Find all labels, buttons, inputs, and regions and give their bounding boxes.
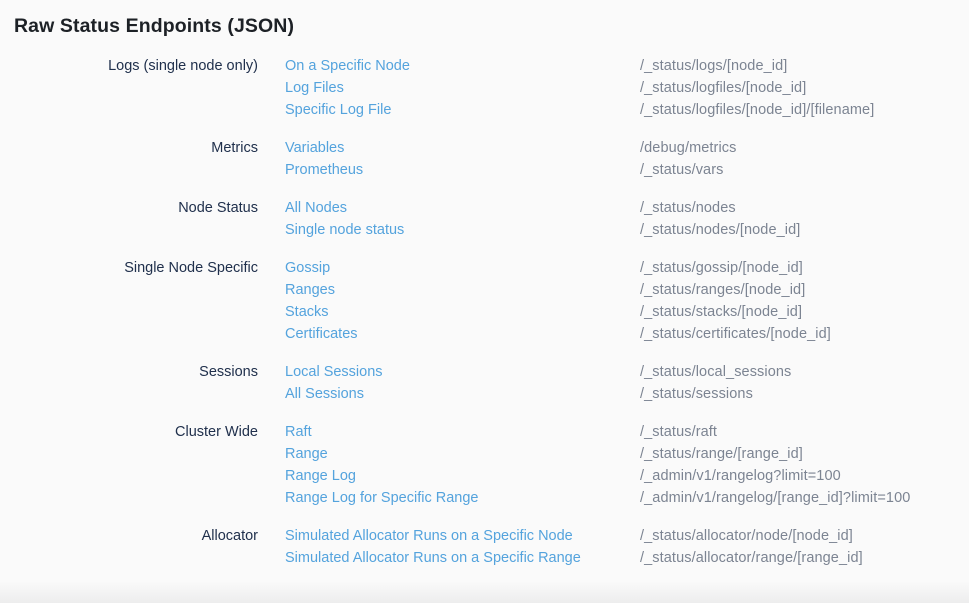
endpoint-path: /_status/range/[range_id] — [640, 443, 803, 465]
endpoint-link[interactable]: Variables — [285, 137, 640, 159]
endpoint-row: Specific Log File /_status/logfiles/[nod… — [285, 99, 969, 121]
docs-page: Raw Status Endpoints (JSON) Logs (single… — [0, 0, 969, 603]
endpoint-path: /_status/ranges/[node_id] — [640, 279, 805, 301]
endpoint-path: /_admin/v1/rangelog/[range_id]?limit=100 — [640, 487, 910, 509]
endpoint-row: Log Files /_status/logfiles/[node_id] — [285, 77, 969, 99]
endpoint-row: Simulated Allocator Runs on a Specific R… — [285, 547, 969, 569]
endpoint-rows: All Nodes /_status/nodes Single node sta… — [285, 197, 969, 241]
endpoint-path: /debug/metrics — [640, 137, 737, 159]
endpoint-link[interactable]: Prometheus — [285, 159, 640, 181]
endpoint-row: Raft /_status/raft — [285, 421, 969, 443]
endpoint-row: Simulated Allocator Runs on a Specific N… — [285, 525, 969, 547]
category-label: Node Status — [0, 197, 258, 219]
endpoint-path: /_status/gossip/[node_id] — [640, 257, 803, 279]
endpoint-group: Node Status All Nodes /_status/nodes Sin… — [0, 197, 969, 241]
endpoint-path: /_status/nodes — [640, 197, 736, 219]
endpoint-row: All Sessions /_status/sessions — [285, 383, 969, 405]
endpoint-link[interactable]: Range Log — [285, 465, 640, 487]
endpoint-row: Prometheus /_status/vars — [285, 159, 969, 181]
endpoint-row: Local Sessions /_status/local_sessions — [285, 361, 969, 383]
endpoint-path: /_status/vars — [640, 159, 724, 181]
endpoint-row: Ranges /_status/ranges/[node_id] — [285, 279, 969, 301]
category-label: Cluster Wide — [0, 421, 258, 443]
endpoint-link[interactable]: Range Log for Specific Range — [285, 487, 640, 509]
endpoint-row: On a Specific Node /_status/logs/[node_i… — [285, 55, 969, 77]
endpoint-link[interactable]: Local Sessions — [285, 361, 640, 383]
endpoint-path: /_status/logs/[node_id] — [640, 55, 787, 77]
endpoint-rows: Variables /debug/metrics Prometheus /_st… — [285, 137, 969, 181]
endpoint-link[interactable]: All Nodes — [285, 197, 640, 219]
endpoint-link[interactable]: Log Files — [285, 77, 640, 99]
endpoint-rows: Local Sessions /_status/local_sessions A… — [285, 361, 969, 405]
endpoint-path: /_status/logfiles/[node_id]/[filename] — [640, 99, 874, 121]
endpoint-group: Logs (single node only) On a Specific No… — [0, 55, 969, 121]
endpoint-link[interactable]: All Sessions — [285, 383, 640, 405]
endpoint-row: Variables /debug/metrics — [285, 137, 969, 159]
endpoint-path: /_status/nodes/[node_id] — [640, 219, 800, 241]
endpoint-link[interactable]: Ranges — [285, 279, 640, 301]
endpoint-row: All Nodes /_status/nodes — [285, 197, 969, 219]
endpoint-path: /_status/allocator/range/[range_id] — [640, 547, 863, 569]
endpoint-group: Sessions Local Sessions /_status/local_s… — [0, 361, 969, 405]
endpoint-group: Cluster Wide Raft /_status/raft Range /_… — [0, 421, 969, 509]
endpoint-rows: On a Specific Node /_status/logs/[node_i… — [285, 55, 969, 121]
endpoint-path: /_status/local_sessions — [640, 361, 791, 383]
endpoint-link[interactable]: Certificates — [285, 323, 640, 345]
endpoint-row: Range /_status/range/[range_id] — [285, 443, 969, 465]
endpoint-path: /_status/sessions — [640, 383, 753, 405]
category-label: Allocator — [0, 525, 258, 547]
endpoint-path: /_status/raft — [640, 421, 717, 443]
bottom-shade — [0, 581, 969, 603]
category-label: Metrics — [0, 137, 258, 159]
endpoint-link[interactable]: Specific Log File — [285, 99, 640, 121]
endpoint-group: Allocator Simulated Allocator Runs on a … — [0, 525, 969, 569]
endpoint-row: Certificates /_status/certificates/[node… — [285, 323, 969, 345]
endpoint-link[interactable]: Simulated Allocator Runs on a Specific R… — [285, 547, 640, 569]
endpoint-rows: Simulated Allocator Runs on a Specific N… — [285, 525, 969, 569]
page-title: Raw Status Endpoints (JSON) — [14, 13, 969, 39]
endpoint-row: Gossip /_status/gossip/[node_id] — [285, 257, 969, 279]
endpoint-group: Single Node Specific Gossip /_status/gos… — [0, 257, 969, 345]
endpoint-group: Metrics Variables /debug/metrics Prometh… — [0, 137, 969, 181]
endpoint-row: Range Log /_admin/v1/rangelog?limit=100 — [285, 465, 969, 487]
endpoint-path: /_admin/v1/rangelog?limit=100 — [640, 465, 841, 487]
endpoints-table: Logs (single node only) On a Specific No… — [0, 55, 969, 569]
endpoint-link[interactable]: On a Specific Node — [285, 55, 640, 77]
endpoint-path: /_status/logfiles/[node_id] — [640, 77, 806, 99]
endpoint-link[interactable]: Range — [285, 443, 640, 465]
endpoint-link[interactable]: Gossip — [285, 257, 640, 279]
category-label: Single Node Specific — [0, 257, 258, 279]
endpoint-path: /_status/stacks/[node_id] — [640, 301, 802, 323]
endpoint-rows: Raft /_status/raft Range /_status/range/… — [285, 421, 969, 509]
endpoint-link[interactable]: Simulated Allocator Runs on a Specific N… — [285, 525, 640, 547]
endpoint-link[interactable]: Stacks — [285, 301, 640, 323]
endpoint-link[interactable]: Raft — [285, 421, 640, 443]
category-label: Sessions — [0, 361, 258, 383]
endpoint-row: Single node status /_status/nodes/[node_… — [285, 219, 969, 241]
endpoint-link[interactable]: Single node status — [285, 219, 640, 241]
endpoint-row: Range Log for Specific Range /_admin/v1/… — [285, 487, 969, 509]
endpoint-row: Stacks /_status/stacks/[node_id] — [285, 301, 969, 323]
endpoint-rows: Gossip /_status/gossip/[node_id] Ranges … — [285, 257, 969, 345]
endpoint-path: /_status/allocator/node/[node_id] — [640, 525, 853, 547]
endpoint-path: /_status/certificates/[node_id] — [640, 323, 831, 345]
category-label: Logs (single node only) — [0, 55, 258, 77]
